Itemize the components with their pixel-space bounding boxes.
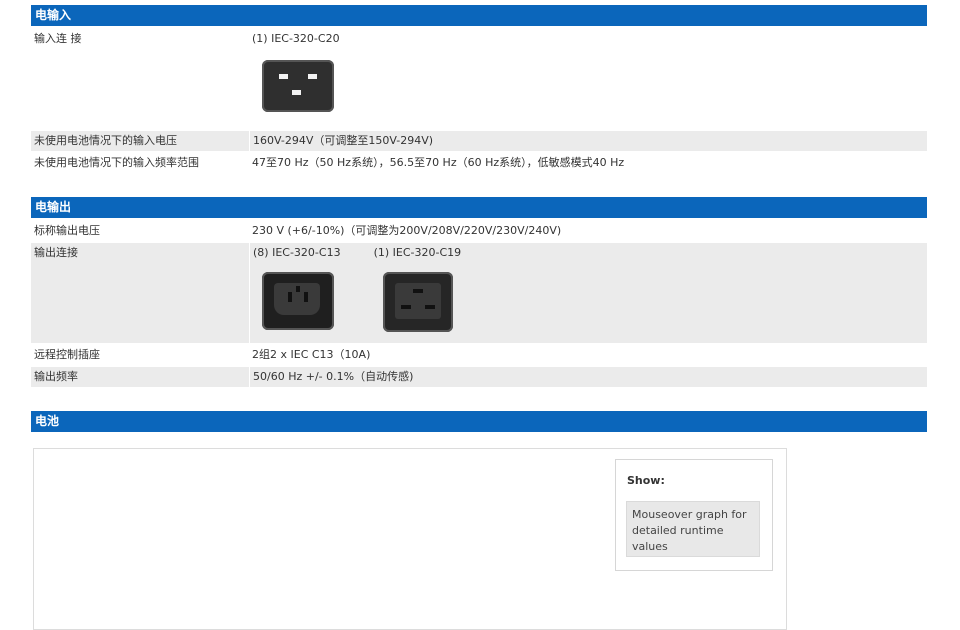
row-value: 160V-294V（可调整至150V-294V) <box>249 131 927 151</box>
row-value: (8) IEC-320-C13 (1) IEC-320-C19 <box>249 243 927 343</box>
row-value: 47至70 Hz（50 Hz系统），56.5至70 Hz（60 Hz系统），低敏… <box>252 156 625 169</box>
row-nominal-output-voltage: 标称输出电压 230 V (+6/-10%)（可调整为200V/208V/220… <box>31 221 927 241</box>
row-value: 2组2 x IEC C13（10A) <box>252 348 371 361</box>
row-label: 未使用电池情况下的输入电压 <box>34 134 177 147</box>
show-options-box: Show: Mouseover graph for detailed runti… <box>615 459 773 571</box>
row-input-frequency: 未使用电池情况下的输入频率范围 47至70 Hz（50 Hz系统），56.5至7… <box>31 153 927 173</box>
iec-c20-inlet-icon <box>262 60 334 112</box>
iec-c19-outlet-icon <box>383 272 453 332</box>
row-remote-outlets: 远程控制插座 2组2 x IEC C13（10A) <box>31 345 927 365</box>
row-label: 输入连 接 <box>34 32 82 45</box>
section-header-input: 电输入 <box>31 5 927 26</box>
row-label: 输出频率 <box>34 370 78 383</box>
row-label: 标称输出电压 <box>34 224 100 237</box>
row-value: 50/60 Hz +/- 0.1%（自动传感) <box>249 367 927 387</box>
section-header-battery: 电池 <box>31 411 927 432</box>
mouseover-hint: Mouseover graph for detailed runtime val… <box>626 501 760 557</box>
row-value: 230 V (+6/-10%)（可调整为200V/208V/220V/230V/… <box>252 224 562 237</box>
row-output-frequency: 输出频率 50/60 Hz +/- 0.1%（自动传感) <box>31 367 927 387</box>
iec-c13-outlet-icon <box>262 272 334 330</box>
row-label: 输出连接 <box>34 246 78 259</box>
row-input-voltage: 未使用电池情况下的输入电压 160V-294V（可调整至150V-294V) <box>31 131 927 151</box>
output-connection-c13: (8) IEC-320-C13 <box>253 246 341 259</box>
row-label: 未使用电池情况下的输入频率范围 <box>34 156 199 169</box>
section-header-output: 电输出 <box>31 197 927 218</box>
show-label: Show: <box>627 474 665 487</box>
row-label: 远程控制插座 <box>34 348 100 361</box>
row-input-connection: 输入连 接 (1) IEC-320-C20 <box>31 29 927 129</box>
row-output-connections: 输出连接 (8) IEC-320-C13 (1) IEC-320-C19 <box>31 243 927 343</box>
output-connection-c19: (1) IEC-320-C19 <box>373 246 462 259</box>
row-value: (1) IEC-320-C20 <box>252 32 340 45</box>
